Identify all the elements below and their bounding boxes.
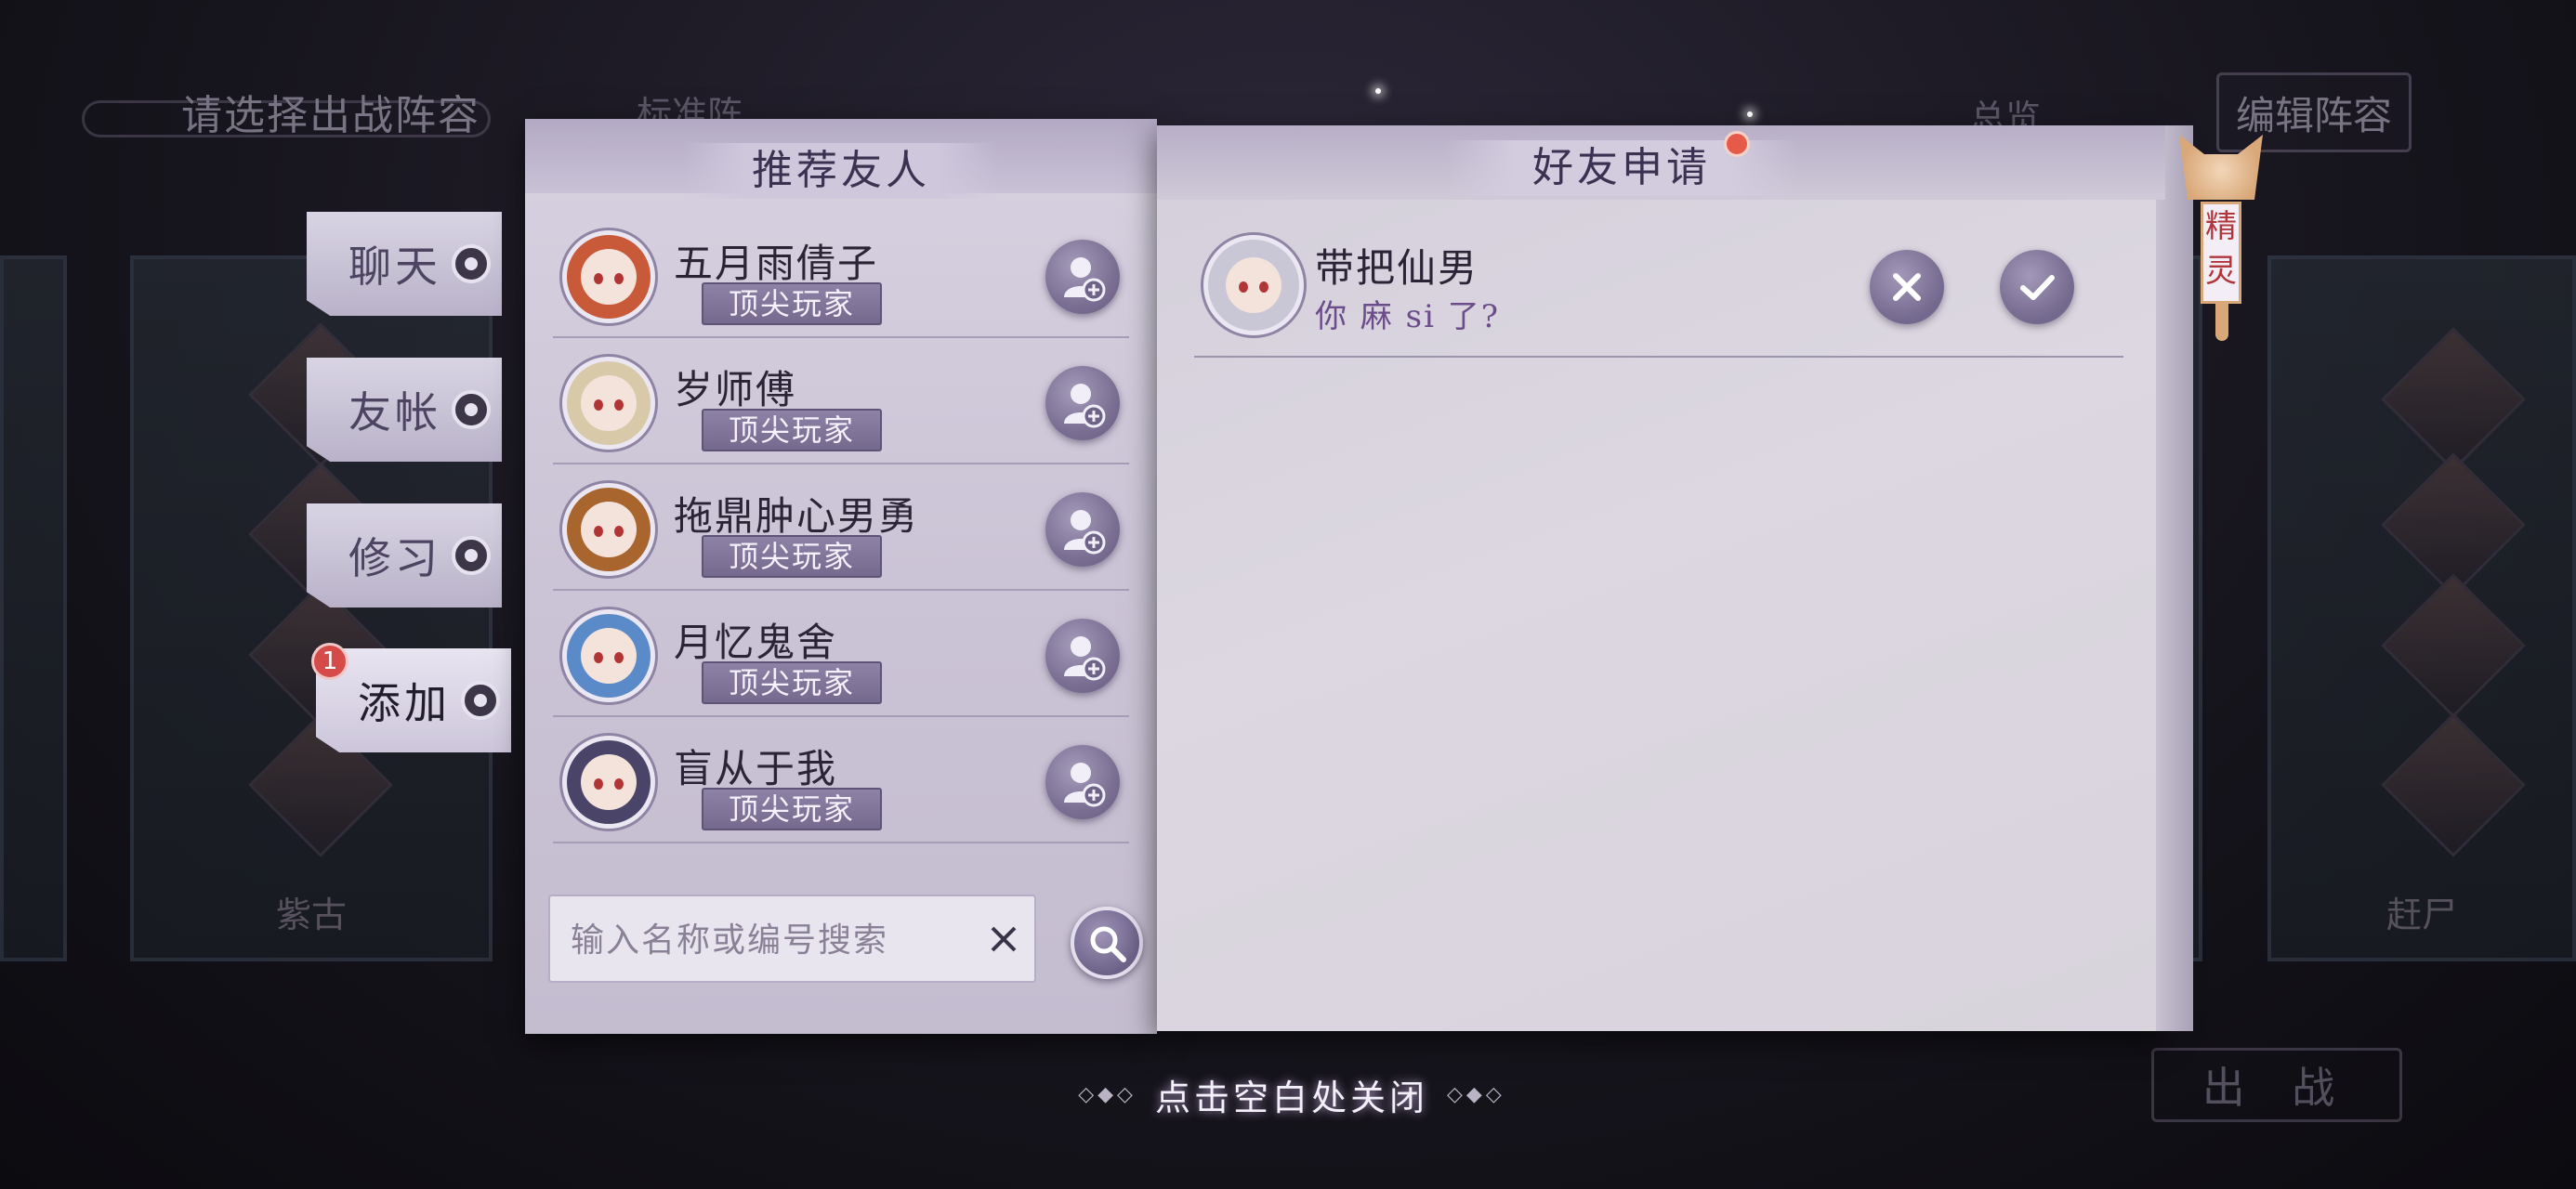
recommend-friends-panel: 推荐友人 五月雨倩子 顶尖玩家 岁师傅 顶尖玩家 拖鼎肿心男勇 顶尖玩家 月忆鬼… bbox=[525, 119, 1157, 1034]
player-tag: 顶尖玩家 bbox=[702, 409, 882, 451]
accept-button[interactable] bbox=[2000, 250, 2074, 324]
notification-badge: 1 bbox=[311, 643, 348, 680]
add-friend-icon bbox=[1064, 763, 1106, 807]
avatar[interactable] bbox=[562, 357, 655, 450]
tab-label: 友帐 bbox=[348, 387, 441, 438]
request-notification-dot bbox=[1724, 131, 1750, 157]
sparkle bbox=[1747, 111, 1753, 117]
tab-chat[interactable]: 聊天 bbox=[307, 212, 502, 316]
spirit-assistant[interactable]: 精灵 bbox=[2175, 135, 2267, 348]
player-tag: 顶尖玩家 bbox=[702, 661, 882, 704]
tab-friend-account[interactable]: 友帐 bbox=[307, 358, 502, 462]
recommend-title: 推荐友人 bbox=[683, 143, 999, 199]
spirit-label: 精灵 bbox=[2201, 202, 2241, 304]
tab-indicator-icon bbox=[452, 244, 491, 283]
tab-indicator-icon bbox=[461, 681, 500, 720]
close-icon bbox=[1893, 273, 1921, 301]
add-friend-button[interactable] bbox=[1045, 619, 1120, 693]
request-row: 带把仙男 你 麻 si 了? bbox=[1194, 218, 2123, 358]
add-friend-button[interactable] bbox=[1045, 492, 1120, 567]
battle-button[interactable]: 出 战 bbox=[2151, 1048, 2402, 1122]
friend-row[interactable]: 月忆鬼舍 顶尖玩家 bbox=[553, 591, 1129, 717]
search-button[interactable] bbox=[1071, 907, 1143, 979]
friend-name: 月忆鬼舍 bbox=[674, 620, 838, 665]
reject-button[interactable] bbox=[1870, 250, 1944, 324]
avatar[interactable] bbox=[562, 230, 655, 323]
clear-search-button[interactable] bbox=[985, 921, 1022, 958]
tab-label: 聊天 bbox=[348, 242, 441, 292]
requester-name: 带把仙男 bbox=[1315, 245, 1479, 291]
tab-label: 修习 bbox=[348, 533, 441, 583]
diamond-ornament-icon: ◇◆◇ bbox=[1447, 1082, 1505, 1106]
add-friend-icon bbox=[1064, 636, 1106, 681]
tab-practice[interactable]: 修习 bbox=[307, 503, 502, 608]
character-card[interactable] bbox=[0, 255, 67, 961]
friend-name: 五月雨倩子 bbox=[674, 241, 879, 286]
player-tag: 顶尖玩家 bbox=[702, 535, 882, 578]
player-tag: 顶尖玩家 bbox=[702, 788, 882, 830]
close-hint[interactable]: ◇◆◇ 点击空白处关闭 ◇◆◇ bbox=[1069, 1068, 1515, 1120]
close-hint-text: 点击空白处关闭 bbox=[1154, 1077, 1428, 1118]
friend-name: 拖鼎肿心男勇 bbox=[674, 493, 920, 539]
fox-spirit-icon bbox=[2179, 135, 2263, 200]
tab-label: 添加 bbox=[358, 678, 451, 728]
character-name: 赶尸 bbox=[2385, 895, 2457, 935]
avatar[interactable] bbox=[562, 483, 655, 576]
search-input[interactable] bbox=[571, 913, 961, 967]
lineup-title: 请选择出战阵容 bbox=[181, 92, 480, 139]
add-friend-icon bbox=[1064, 510, 1106, 555]
search-icon bbox=[1090, 926, 1126, 962]
character-name: 紫古 bbox=[275, 895, 347, 935]
add-friend-button[interactable] bbox=[1045, 366, 1120, 440]
diamond-ornament-icon: ◇◆◇ bbox=[1078, 1082, 1137, 1106]
player-tag: 顶尖玩家 bbox=[702, 282, 882, 325]
add-friend-icon bbox=[1064, 257, 1106, 302]
friend-name: 盲从于我 bbox=[674, 746, 838, 791]
tab-indicator-icon bbox=[452, 536, 491, 575]
close-icon bbox=[991, 926, 1017, 952]
friend-requests-panel: 好友申请 带把仙男 你 麻 si 了? bbox=[1157, 125, 2193, 1031]
tab-indicator-icon bbox=[452, 390, 491, 429]
avatar[interactable] bbox=[1203, 235, 1304, 335]
add-friend-icon bbox=[1064, 384, 1106, 428]
checkmark-icon bbox=[2020, 275, 2055, 300]
request-message: 你 麻 si 了? bbox=[1315, 298, 1500, 335]
friend-row[interactable]: 盲从于我 顶尖玩家 bbox=[553, 717, 1129, 843]
friend-row[interactable]: 五月雨倩子 顶尖玩家 bbox=[553, 212, 1129, 338]
friend-row[interactable]: 岁师傅 顶尖玩家 bbox=[553, 338, 1129, 464]
add-friend-button[interactable] bbox=[1045, 240, 1120, 314]
avatar[interactable] bbox=[562, 609, 655, 702]
friend-row[interactable]: 拖鼎肿心男勇 顶尖玩家 bbox=[553, 464, 1129, 591]
search-box bbox=[548, 895, 1036, 983]
spirit-tail bbox=[2215, 304, 2228, 341]
add-friend-button[interactable] bbox=[1045, 745, 1120, 819]
avatar[interactable] bbox=[562, 736, 655, 829]
friend-name: 岁师傅 bbox=[674, 367, 797, 412]
sparkle bbox=[1375, 88, 1381, 94]
